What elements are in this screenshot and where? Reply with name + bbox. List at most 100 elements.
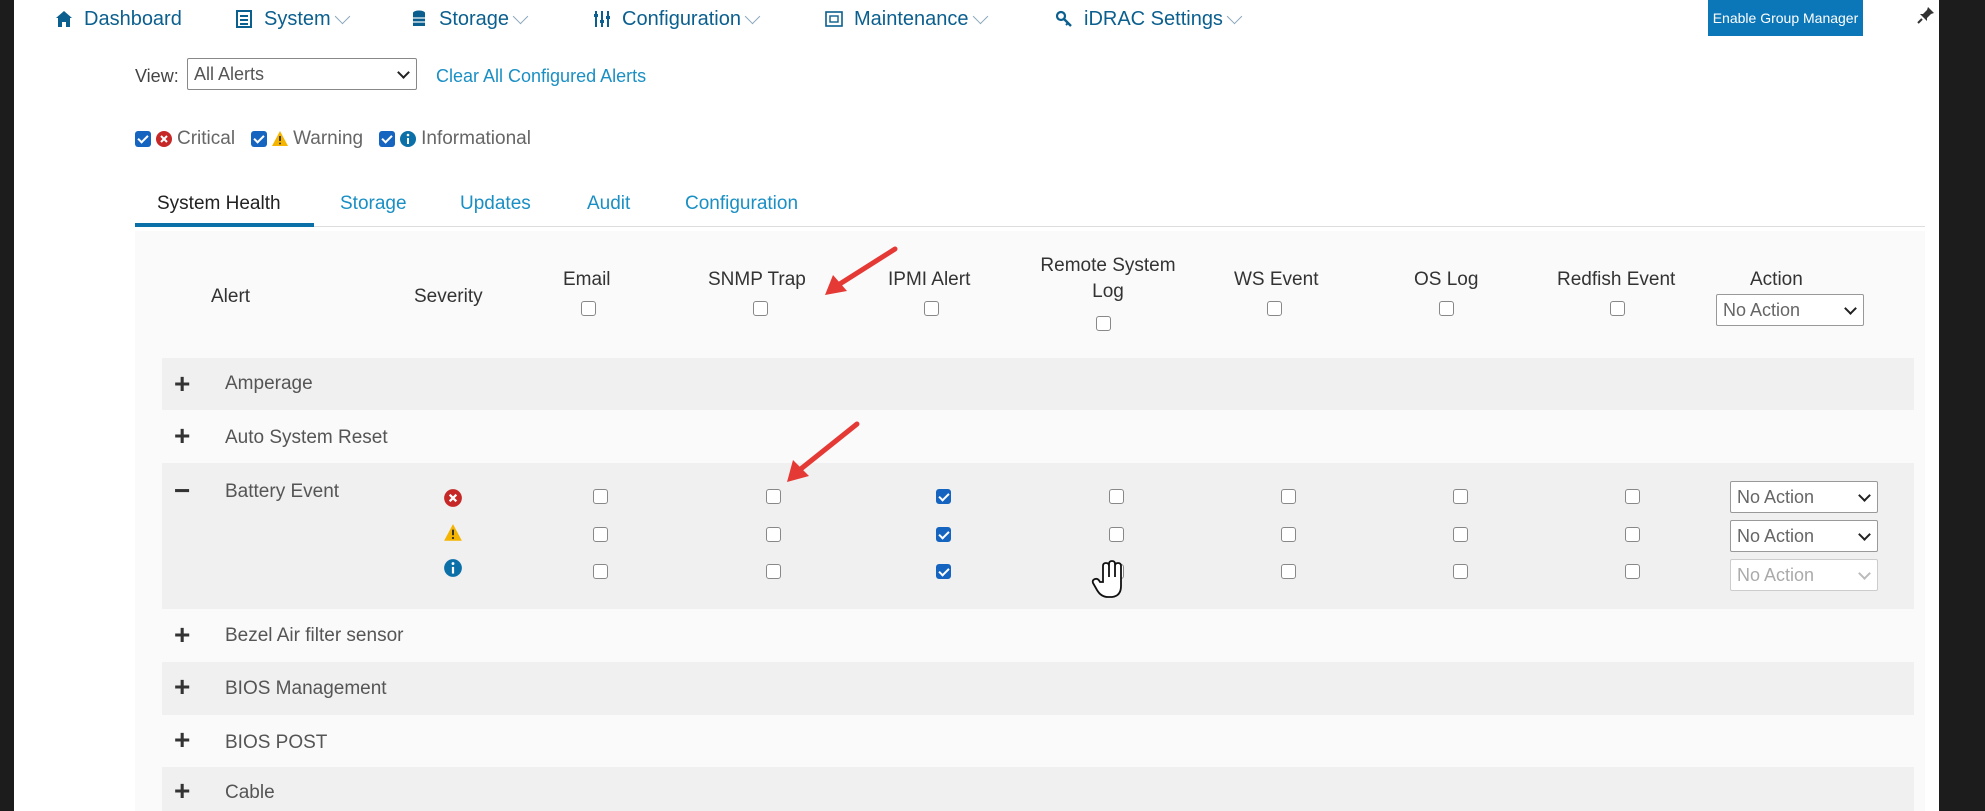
expand-icon[interactable]: +: [174, 726, 190, 754]
battery-info-ipmi-checkbox[interactable]: [936, 564, 951, 579]
ws-event-all-checkbox[interactable]: [1267, 301, 1282, 316]
category-row-bezel-air-filter-sensor[interactable]: + Bezel Air filter sensor: [162, 610, 1914, 662]
battery-info-os-log-checkbox[interactable]: [1453, 564, 1468, 579]
battery-warning-snmp-checkbox[interactable]: [766, 527, 781, 542]
battery-info-action-select[interactable]: No Action: [1730, 559, 1878, 591]
clear-all-alerts-link[interactable]: Clear All Configured Alerts: [436, 66, 646, 87]
chevron-down-icon: [744, 8, 761, 24]
header-action-select[interactable]: No Action: [1716, 294, 1864, 326]
maintenance-icon: [824, 9, 844, 29]
chevron-down-icon: [1858, 567, 1871, 580]
critical-filter-label: Critical: [177, 128, 236, 149]
nav-label: System: [264, 7, 331, 30]
nav-dashboard[interactable]: Dashboard: [54, 6, 182, 32]
column-header-alert: Alert: [211, 286, 251, 307]
column-header-ws-event: WS Event: [1234, 269, 1319, 290]
nav-configuration[interactable]: Configuration: [592, 6, 761, 32]
warning-filter-label: Warning: [293, 128, 364, 149]
column-header-snmp-trap: SNMP Trap: [708, 269, 806, 290]
window-edge: [1939, 0, 1985, 811]
pin-icon[interactable]: [1917, 6, 1935, 24]
tab-updates[interactable]: Updates: [460, 193, 531, 215]
critical-icon: [156, 131, 172, 147]
battery-info-ws-event-checkbox[interactable]: [1281, 564, 1296, 579]
expand-icon[interactable]: +: [174, 777, 190, 805]
battery-critical-ipmi-checkbox[interactable]: [936, 489, 951, 504]
idrac-alerts-page: Dashboard System Storage Configuration M…: [14, 0, 1939, 811]
column-header-redfish-event: Redfish Event: [1557, 269, 1676, 290]
redfish-event-all-checkbox[interactable]: [1610, 301, 1625, 316]
battery-critical-redfish-checkbox[interactable]: [1625, 489, 1640, 504]
category-row-amperage[interactable]: + Amperage: [162, 358, 1914, 410]
battery-critical-remote-log-checkbox[interactable]: [1109, 489, 1124, 504]
chevron-down-icon: [1858, 489, 1871, 502]
column-header-remote-line1: Remote System: [1040, 255, 1176, 276]
battery-warning-ws-event-checkbox[interactable]: [1281, 527, 1296, 542]
battery-warning-ipmi-checkbox[interactable]: [936, 527, 951, 542]
battery-critical-os-log-checkbox[interactable]: [1453, 489, 1468, 504]
nav-system[interactable]: System: [234, 6, 350, 32]
nav-storage[interactable]: Storage: [409, 6, 529, 32]
battery-warning-email-checkbox[interactable]: [593, 527, 608, 542]
column-header-severity: Severity: [414, 286, 483, 307]
category-row-bios-post[interactable]: + BIOS POST: [162, 715, 1914, 767]
nav-label: Dashboard: [84, 7, 182, 30]
tab-configuration[interactable]: Configuration: [685, 193, 798, 215]
database-icon: [409, 9, 429, 29]
battery-critical-snmp-checkbox[interactable]: [766, 489, 781, 504]
category-label: BIOS Management: [225, 678, 387, 699]
column-header-remote-line2: Log: [1092, 281, 1124, 302]
battery-info-email-checkbox[interactable]: [593, 564, 608, 579]
severity-filters: Critical Warning Informational: [135, 128, 547, 150]
battery-warning-redfish-checkbox[interactable]: [1625, 527, 1640, 542]
battery-critical-action-select[interactable]: No Action: [1730, 481, 1878, 513]
column-header-ipmi-alert: IPMI Alert: [888, 269, 971, 290]
critical-filter-checkbox[interactable]: [135, 131, 151, 147]
category-row-battery-event: − Battery Event: [162, 463, 1914, 609]
email-all-checkbox[interactable]: [581, 301, 596, 316]
tab-audit[interactable]: Audit: [587, 193, 630, 215]
battery-critical-ws-event-checkbox[interactable]: [1281, 489, 1296, 504]
enable-group-manager-button[interactable]: Enable Group Manager: [1708, 0, 1863, 36]
annotation-arrow-icon: [787, 421, 860, 482]
column-header-remote-system-log: Remote System Log: [1038, 253, 1178, 305]
battery-warning-remote-log-checkbox[interactable]: [1109, 527, 1124, 542]
snmp-trap-all-checkbox[interactable]: [753, 301, 768, 316]
category-label: Cable: [225, 782, 275, 803]
battery-info-redfish-checkbox[interactable]: [1625, 564, 1640, 579]
expand-icon[interactable]: +: [174, 422, 190, 450]
expand-icon[interactable]: +: [174, 673, 190, 701]
battery-warning-action-select[interactable]: No Action: [1730, 520, 1878, 552]
view-select[interactable]: All Alerts: [187, 58, 417, 90]
battery-warning-os-log-checkbox[interactable]: [1453, 527, 1468, 542]
battery-critical-email-checkbox[interactable]: [593, 489, 608, 504]
category-row-bios-management[interactable]: + BIOS Management: [162, 662, 1914, 715]
critical-icon: [444, 489, 462, 507]
informational-filter-checkbox[interactable]: [379, 131, 396, 147]
tab-divider: [135, 226, 1925, 227]
battery-info-snmp-checkbox[interactable]: [766, 564, 781, 579]
category-label: Bezel Air filter sensor: [225, 625, 404, 646]
chevron-down-icon: [1844, 302, 1857, 315]
warning-icon: [272, 131, 289, 146]
ipmi-alert-all-checkbox[interactable]: [924, 301, 939, 316]
chevron-down-icon: [397, 66, 410, 79]
warning-filter-checkbox[interactable]: [251, 131, 268, 147]
nav-idrac-settings[interactable]: iDRAC Settings: [1054, 6, 1243, 32]
tab-storage[interactable]: Storage: [340, 193, 407, 215]
chevron-down-icon: [334, 8, 350, 24]
tab-system-health[interactable]: System Health: [157, 193, 281, 215]
info-icon: [444, 559, 462, 577]
chevron-down-icon: [1858, 528, 1871, 541]
nav-maintenance[interactable]: Maintenance: [824, 6, 988, 32]
category-row-cable[interactable]: + Cable: [162, 767, 1914, 811]
hand-cursor-icon: [1091, 560, 1122, 598]
os-log-all-checkbox[interactable]: [1439, 301, 1454, 316]
expand-icon[interactable]: +: [174, 621, 190, 649]
remote-system-log-all-checkbox[interactable]: [1096, 316, 1111, 331]
header-action-value: No Action: [1723, 299, 1801, 320]
expand-icon[interactable]: +: [174, 370, 190, 398]
action-value: No Action: [1737, 525, 1815, 546]
category-row-auto-system-reset[interactable]: + Auto System Reset: [162, 410, 1914, 462]
collapse-icon[interactable]: −: [174, 477, 190, 505]
